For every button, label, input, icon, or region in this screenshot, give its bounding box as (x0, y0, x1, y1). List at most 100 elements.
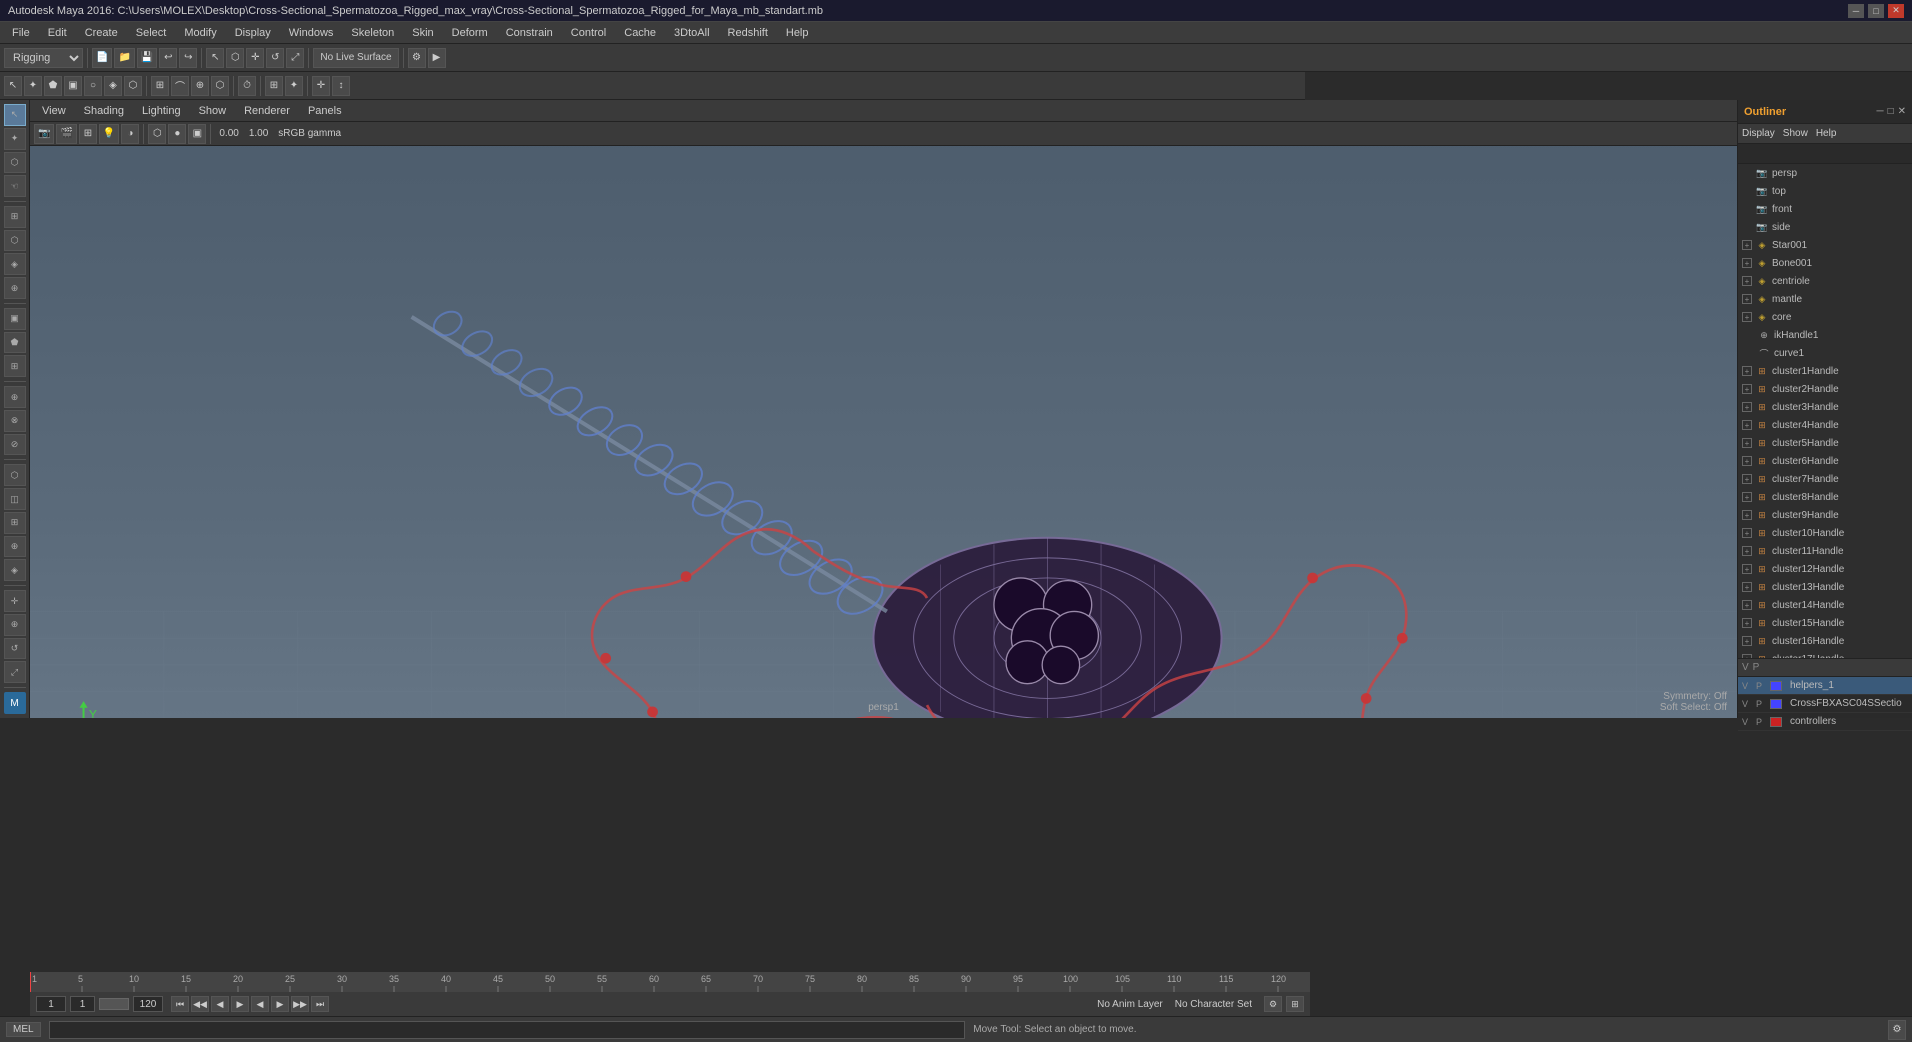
vp-menu-lighting[interactable]: Lighting (134, 103, 189, 119)
anim-current-field[interactable] (70, 996, 95, 1012)
outliner-item-curve1[interactable]: ⌒ curve1 (1738, 344, 1912, 362)
open-button[interactable]: 📁 (114, 48, 134, 68)
select-mode-button[interactable]: ↖ (4, 104, 26, 126)
outliner-item-cluster7[interactable]: + ⊞ cluster7Handle (1738, 470, 1912, 488)
outliner-item-core[interactable]: + ◈ core (1738, 308, 1912, 326)
lt-btn15[interactable]: ⬡ (4, 464, 26, 486)
lt-btn11[interactable]: ⊞ (4, 355, 26, 377)
expand-cluster7[interactable]: + (1742, 474, 1752, 484)
expand-cluster9[interactable]: + (1742, 510, 1752, 520)
outliner-item-persp[interactable]: 📷 persp (1738, 164, 1912, 182)
lt-btn16[interactable]: ◫ (4, 488, 26, 510)
vp-light-button[interactable]: 💡 (99, 124, 119, 144)
polygon-mode-button[interactable]: ⬡ (124, 76, 142, 96)
outliner-item-centriole[interactable]: + ◈ centriole (1738, 272, 1912, 290)
go-to-end-button[interactable]: ⏭ (311, 996, 329, 1012)
soft-select-button[interactable]: ⬟ (44, 76, 62, 96)
outliner-minimize-button[interactable]: ─ (1876, 106, 1883, 117)
history-button[interactable]: ⏱ (238, 76, 256, 96)
snap-surface-button[interactable]: ⬡ (211, 76, 229, 96)
outliner-list[interactable]: 📷 persp 📷 top 📷 front 📷 side + ◈ (1738, 164, 1912, 658)
expand-cluster15[interactable]: + (1742, 618, 1752, 628)
outliner-item-cluster15[interactable]: + ⊞ cluster15Handle (1738, 614, 1912, 632)
vp-camera-button[interactable]: 📷 (34, 124, 54, 144)
lasso-tool-button[interactable]: ⬡ (226, 48, 244, 68)
lt-btn10[interactable]: ⬟ (4, 332, 26, 354)
new-scene-button[interactable]: 📄 (92, 48, 112, 68)
layer-controllers[interactable]: V P controllers (1738, 713, 1912, 731)
expand-cluster6[interactable]: + (1742, 456, 1752, 466)
vp-menu-view[interactable]: View (34, 103, 74, 119)
lt-btn22[interactable]: ↺ (4, 638, 26, 660)
lt-btn23[interactable]: ⤢ (4, 661, 26, 683)
outliner-item-side[interactable]: 📷 side (1738, 218, 1912, 236)
lt-btn13[interactable]: ⊗ (4, 410, 26, 432)
status-settings-button[interactable]: ⚙ (1888, 1020, 1906, 1040)
outliner-search-input[interactable] (1738, 144, 1912, 163)
menu-modify[interactable]: Modify (176, 25, 224, 41)
menu-file[interactable]: File (4, 25, 38, 41)
save-button[interactable]: 💾 (137, 48, 157, 68)
prev-frame-button[interactable]: ◀ (211, 996, 229, 1012)
lt-btn8[interactable]: ⊕ (4, 277, 26, 299)
anim-end-field[interactable] (133, 996, 163, 1012)
menu-constrain[interactable]: Constrain (498, 25, 561, 41)
vp-menu-renderer[interactable]: Renderer (236, 103, 298, 119)
expand-cluster16[interactable]: + (1742, 636, 1752, 646)
lt-btn17[interactable]: ⊞ (4, 512, 26, 534)
outliner-item-cluster10[interactable]: + ⊞ cluster10Handle (1738, 524, 1912, 542)
vp-texture-button[interactable]: ▣ (188, 124, 206, 144)
undo-button[interactable]: ↩ (159, 48, 177, 68)
outliner-item-cluster4[interactable]: + ⊞ cluster4Handle (1738, 416, 1912, 434)
lasso-button[interactable]: ⬡ (4, 152, 26, 174)
menu-redshift[interactable]: Redshift (720, 25, 776, 41)
paint-button[interactable]: ✦ (4, 128, 26, 150)
vp-menu-panels[interactable]: Panels (300, 103, 350, 119)
move-y-button[interactable]: ↕ (332, 76, 350, 96)
outliner-maximize-button[interactable]: □ (1888, 106, 1894, 117)
expand-cluster3[interactable]: + (1742, 402, 1752, 412)
expand-cluster12[interactable]: + (1742, 564, 1752, 574)
outliner-item-cluster5[interactable]: + ⊞ cluster5Handle (1738, 434, 1912, 452)
prev-key-button[interactable]: ◀◀ (191, 996, 209, 1012)
move-x-button[interactable]: ✛ (312, 76, 330, 96)
pivot-button[interactable]: ✦ (285, 76, 303, 96)
menu-control[interactable]: Control (563, 25, 614, 41)
next-frame-button[interactable]: ▶ (271, 996, 289, 1012)
lt-btn12[interactable]: ⊕ (4, 386, 26, 408)
expand-cluster1[interactable]: + (1742, 366, 1752, 376)
lt-btn6[interactable]: ⬡ (4, 230, 26, 252)
expand-cluster2[interactable]: + (1742, 384, 1752, 394)
menu-select[interactable]: Select (128, 25, 175, 41)
outliner-item-cluster9[interactable]: + ⊞ cluster9Handle (1738, 506, 1912, 524)
outliner-close-button[interactable]: ✕ (1898, 106, 1906, 117)
lt-btn9[interactable]: ▣ (4, 308, 26, 330)
menu-cache[interactable]: Cache (616, 25, 664, 41)
expand-cluster11[interactable]: + (1742, 546, 1752, 556)
snap-grid-button[interactable]: ⊞ (151, 76, 169, 96)
no-live-surface-button[interactable]: No Live Surface (313, 48, 398, 68)
active-tool-button[interactable]: ◈ (104, 76, 122, 96)
expand-star001[interactable]: + (1742, 240, 1752, 250)
expand-mantle[interactable]: + (1742, 294, 1752, 304)
outliner-item-front[interactable]: 📷 front (1738, 200, 1912, 218)
select-tool-button[interactable]: ↖ (206, 48, 224, 68)
menu-create[interactable]: Create (77, 25, 126, 41)
expand-cluster8[interactable]: + (1742, 492, 1752, 502)
lt-btn7[interactable]: ◈ (4, 253, 26, 275)
render-settings-button[interactable]: ⚙ (408, 48, 426, 68)
play-button[interactable]: ▶ (231, 996, 249, 1012)
play-reverse-button[interactable]: ◀ (251, 996, 269, 1012)
menu-skeleton[interactable]: Skeleton (343, 25, 402, 41)
outliner-item-cluster17[interactable]: + ⊞ cluster17Handle (1738, 650, 1912, 658)
vp-menu-show[interactable]: Show (191, 103, 235, 119)
layer-helpers1[interactable]: V P helpers_1 (1738, 677, 1912, 695)
snap-point-button[interactable]: ⊕ (191, 76, 209, 96)
menu-skin[interactable]: Skin (404, 25, 441, 41)
vp-wireframe-button[interactable]: ⬡ (148, 124, 166, 144)
selection-mode-button[interactable]: ↖ (4, 76, 22, 96)
menu-deform[interactable]: Deform (444, 25, 496, 41)
outliner-menu-help[interactable]: Help (1816, 128, 1837, 139)
outliner-item-star001[interactable]: + ◈ Star001 (1738, 236, 1912, 254)
grab-button[interactable]: ☜ (4, 175, 26, 197)
